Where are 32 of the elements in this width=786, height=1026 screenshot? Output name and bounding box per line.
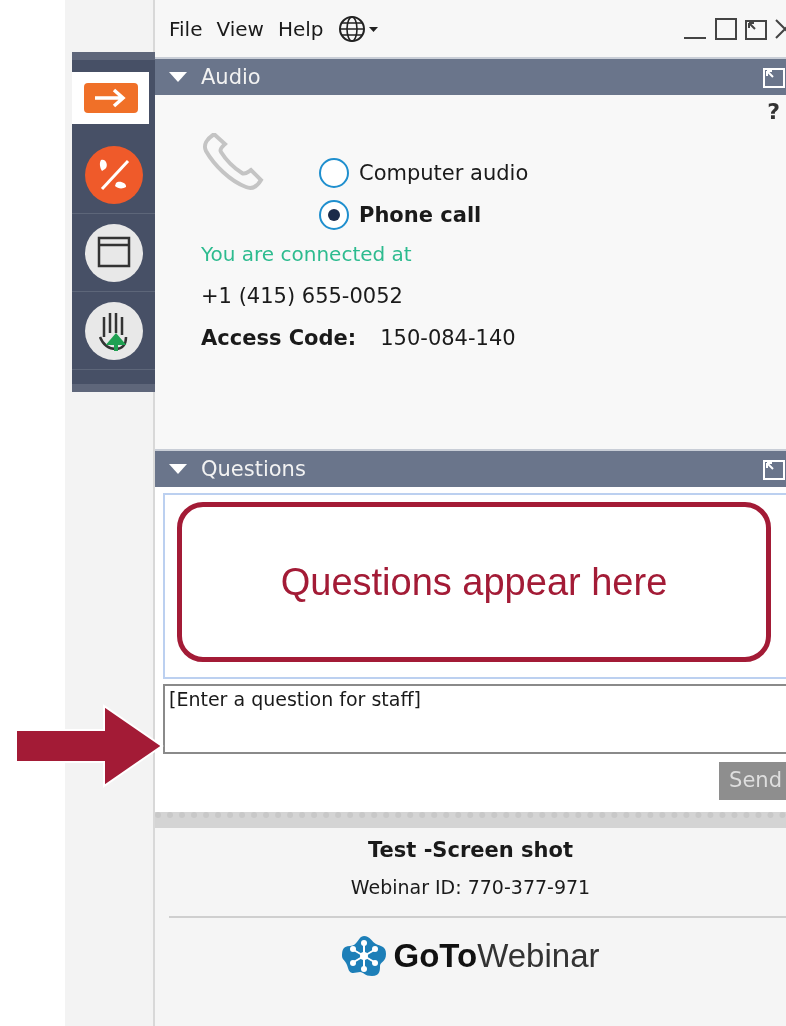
connection-status: You are connected at — [201, 242, 413, 266]
menu-item[interactable]: Help — [277, 16, 324, 41]
product-logo: GoToWebinar — [393, 937, 600, 975]
section-header[interactable]: Audio — [155, 57, 786, 95]
phone-mute-icon — [83, 144, 144, 205]
webinar-title: Test -Screen shot — [368, 838, 573, 862]
popout-icon[interactable] — [762, 65, 786, 89]
section-header[interactable]: Questions — [155, 449, 786, 487]
section-title: Audio — [201, 65, 261, 89]
raise-hand-icon — [83, 300, 144, 361]
collapse-icon — [169, 72, 187, 82]
maximize-icon[interactable] — [714, 16, 738, 41]
option-label[interactable]: Computer audio — [359, 161, 529, 185]
section-title: Questions — [201, 457, 306, 481]
language-dropdown-icon[interactable] — [337, 14, 380, 43]
webinar-id: Webinar ID: 770-377-971 — [350, 876, 591, 898]
question-input-field[interactable]: [Enter a question for staff] — [163, 684, 786, 754]
collapse-icon — [169, 464, 187, 474]
phone-number: +1 (415) 655-0052 — [201, 284, 404, 308]
radio-button[interactable] — [319, 200, 349, 230]
menu-item[interactable]: File — [169, 16, 203, 41]
radio-button[interactable] — [319, 158, 349, 188]
help-icon[interactable]: ? — [767, 99, 780, 124]
window-icon — [83, 222, 144, 283]
option-label[interactable]: Phone call — [359, 203, 482, 227]
logo-icon — [341, 934, 386, 978]
access-code: 150-084-140 — [380, 326, 516, 350]
splitter-handle[interactable] — [155, 812, 786, 828]
access-code-label: Access Code: — [201, 326, 357, 350]
menu-item[interactable]: View — [216, 16, 264, 41]
popout-icon[interactable] — [762, 457, 786, 481]
callout-box: Questions appear here — [177, 502, 771, 662]
